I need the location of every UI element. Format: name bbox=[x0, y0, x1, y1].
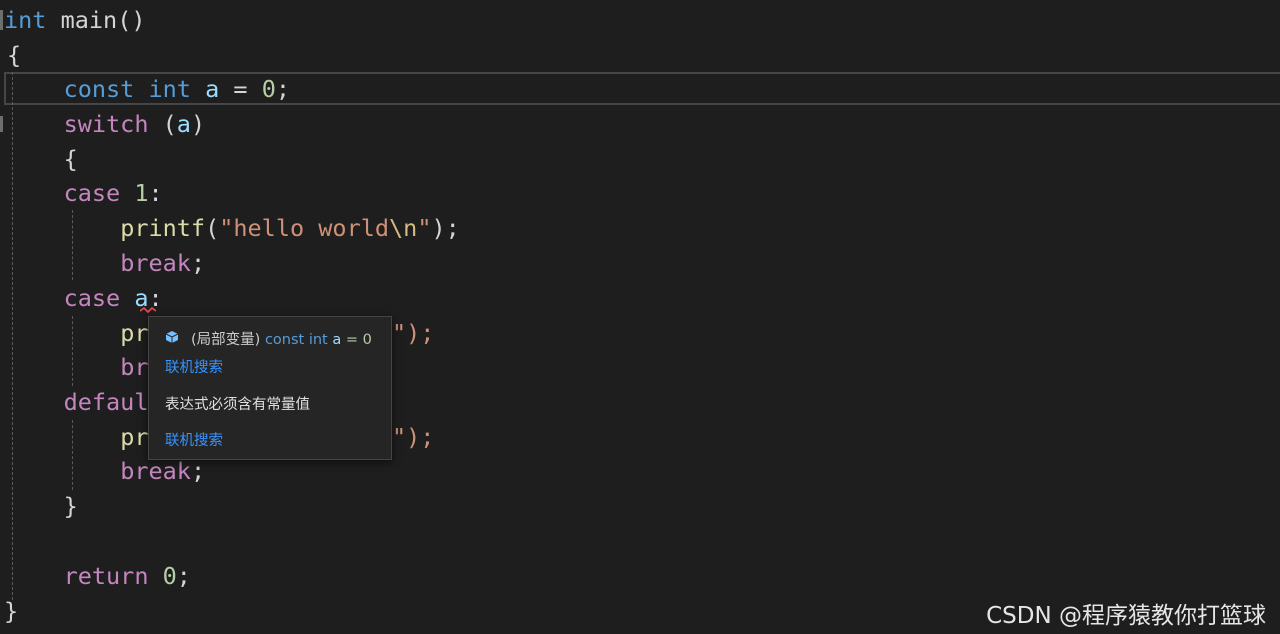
string-quote: " bbox=[417, 214, 432, 242]
keyword-case: case bbox=[63, 179, 121, 207]
code-line-12[interactable]: defaul bbox=[7, 385, 149, 419]
colon: : bbox=[148, 179, 163, 207]
code-line-5[interactable]: { bbox=[7, 142, 78, 176]
paren-open: ( bbox=[148, 110, 177, 138]
function-printf: printf bbox=[120, 214, 206, 242]
code-line-8[interactable]: break; bbox=[7, 246, 205, 280]
code-line-6[interactable]: case 1: bbox=[7, 176, 163, 210]
keyword-break: break bbox=[120, 249, 191, 277]
error-message: 表达式必须含有常量值 bbox=[165, 397, 310, 413]
semicolon: ; bbox=[176, 562, 191, 590]
fold-marker[interactable] bbox=[0, 116, 3, 132]
keyword-int: int bbox=[4, 6, 47, 34]
keyword-int: int bbox=[148, 75, 191, 103]
keyword-case: case bbox=[63, 284, 121, 312]
keyword-break: break bbox=[120, 457, 191, 485]
keyword-switch: switch bbox=[63, 110, 149, 138]
tooltip-keyword-int: int bbox=[308, 332, 328, 348]
function-signature: main() bbox=[46, 6, 146, 34]
variable-cube-icon bbox=[165, 331, 179, 343]
tooltip-variable: a bbox=[332, 332, 342, 348]
close-brace: } bbox=[63, 492, 78, 520]
online-search-link-2[interactable]: 联机搜索 bbox=[165, 429, 223, 450]
code-line-4[interactable]: switch (a) bbox=[7, 107, 206, 141]
online-search-link[interactable]: 联机搜索 bbox=[165, 356, 223, 377]
keyword-const: const bbox=[63, 75, 135, 103]
number-literal: 1 bbox=[134, 179, 149, 207]
number-literal: 0 bbox=[162, 562, 177, 590]
open-brace: { bbox=[63, 145, 78, 173]
code-line-1[interactable]: int main() bbox=[4, 3, 146, 37]
hover-tooltip: (局部变量) const int a = 0 联机搜索 表达式必须含有常量值 联… bbox=[148, 316, 392, 460]
keyword-default-partial: defaul bbox=[63, 388, 149, 416]
watermark: CSDN @程序猿教你打篮球 bbox=[986, 603, 1266, 629]
paren-open: ( bbox=[205, 214, 220, 242]
operator-assign: = bbox=[219, 75, 262, 103]
paren-close: ) bbox=[190, 110, 206, 138]
semicolon: ; bbox=[275, 75, 291, 103]
code-line-3[interactable]: const int a = 0; bbox=[7, 72, 290, 106]
code-editor[interactable]: int main() { const int a = 0; switch (a)… bbox=[0, 0, 1280, 634]
code-line-11[interactable]: br bbox=[7, 350, 148, 384]
tooltip-keyword-const: const bbox=[264, 332, 305, 348]
keyword-break-partial: br bbox=[120, 353, 149, 381]
semicolon: ; bbox=[190, 249, 206, 277]
code-line-16[interactable]: return 0; bbox=[7, 559, 191, 593]
error-squiggle bbox=[140, 307, 156, 314]
fold-marker[interactable] bbox=[0, 10, 3, 30]
statement-end: ); bbox=[431, 214, 460, 242]
close-brace: } bbox=[4, 597, 19, 625]
string-literal: "hello world bbox=[219, 214, 390, 242]
string-tail: "); bbox=[392, 319, 435, 347]
tooltip-scope: (局部变量) bbox=[191, 332, 261, 348]
code-line-17[interactable]: } bbox=[4, 594, 18, 628]
tooltip-value: = 0 bbox=[345, 332, 372, 348]
semicolon: ; bbox=[190, 457, 206, 485]
open-brace: { bbox=[7, 41, 22, 69]
string-tail: "); bbox=[392, 423, 435, 451]
code-line-15[interactable]: } bbox=[7, 489, 78, 523]
function-printf-partial: pr bbox=[120, 423, 149, 451]
variable-a: a bbox=[205, 75, 220, 103]
code-line-10-tail: "); bbox=[392, 316, 434, 350]
tooltip-signature: (局部变量) const int a = 0 bbox=[165, 328, 372, 349]
code-line-13[interactable]: pr bbox=[7, 420, 148, 454]
code-line-10[interactable]: pr bbox=[7, 316, 148, 350]
code-line-2[interactable]: { bbox=[7, 38, 21, 72]
keyword-return: return bbox=[63, 562, 149, 590]
function-printf-partial: pr bbox=[120, 319, 149, 347]
code-line-13-tail: "); bbox=[392, 420, 434, 454]
escape-sequence: \n bbox=[389, 214, 418, 242]
variable-a: a bbox=[176, 110, 191, 138]
code-line-7[interactable]: printf("hello world\n"); bbox=[7, 211, 460, 245]
number-literal: 0 bbox=[261, 75, 276, 103]
